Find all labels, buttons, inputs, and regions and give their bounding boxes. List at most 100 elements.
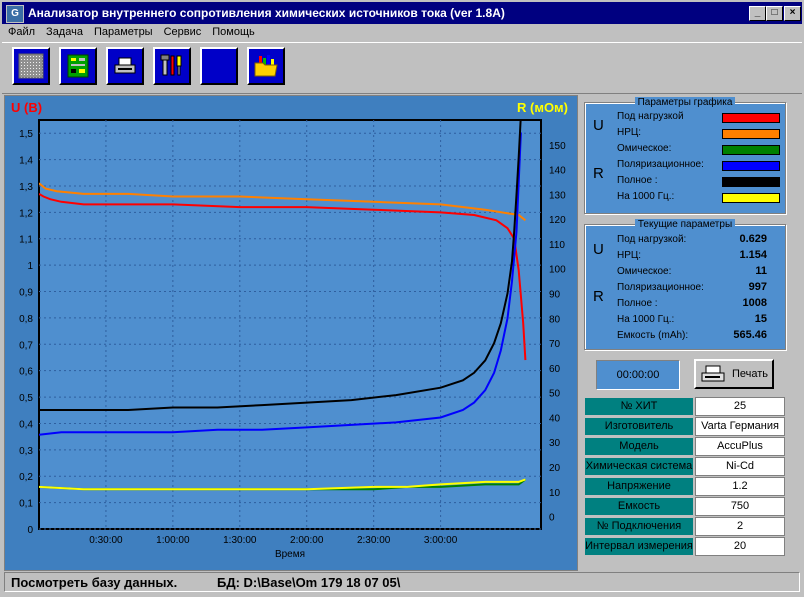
current-param-label: Полное : — [617, 298, 658, 309]
x-tick-label: 2:00:00 — [290, 535, 324, 546]
plot-area — [38, 119, 542, 530]
current-params-title: Текущие параметры — [634, 219, 736, 230]
info-value[interactable]: Varta Германия — [695, 417, 785, 436]
x-axis-label: Время — [275, 549, 305, 560]
chart: 0:30:00 1:00:00 1:30:00 2:00:00 2:30:00 3:00:… — [19, 119, 566, 560]
info-value[interactable]: 25 — [695, 397, 785, 416]
info-key: Напряжение — [584, 477, 694, 496]
info-key: № Подключения — [584, 517, 694, 536]
app-icon[interactable]: G — [6, 5, 24, 23]
circuit-board-icon — [67, 54, 89, 78]
info-value[interactable]: 2 — [695, 517, 785, 536]
printer-button[interactable] — [106, 47, 144, 85]
left-tick-label: 0,4 — [19, 419, 33, 430]
right-panel: Параметры графика U R Под нагрузкой НРЦ: О… — [578, 95, 800, 569]
info-row: Модель AccuPlus — [582, 436, 788, 456]
right-tick-label: 90 — [549, 290, 561, 301]
left-tick-label: 0,8 — [19, 314, 33, 325]
left-tick-label: 0,2 — [19, 472, 33, 483]
current-param-value: 1.154 — [739, 249, 767, 261]
left-tick-label: 0,5 — [19, 393, 33, 404]
menu-parameters[interactable]: Параметры — [88, 24, 158, 38]
current-param-value: 11 — [755, 265, 767, 277]
open-folder-chart-icon — [254, 55, 278, 77]
right-tick-label: 30 — [549, 438, 561, 449]
info-value[interactable]: Ni-Cd — [695, 457, 785, 476]
left-tick-label: 1,5 — [19, 129, 33, 140]
title-bar[interactable]: G Анализатор внутреннего сопротивления х… — [2, 2, 802, 24]
right-tick-label: 80 — [549, 314, 561, 325]
info-key: № ХИТ — [584, 397, 694, 416]
graph-param-label: НРЦ: — [617, 127, 642, 138]
current-param-value: 1008 — [742, 297, 767, 309]
left-tick-label: 0,1 — [19, 499, 33, 510]
menu-task[interactable]: Задача — [40, 24, 88, 38]
menu-file[interactable]: Файл — [2, 24, 40, 38]
minimize-button[interactable]: _ — [749, 6, 766, 21]
open-folder-button[interactable] — [247, 47, 285, 85]
right-tick-label: 50 — [549, 389, 561, 400]
right-tick-label: 110 — [549, 240, 565, 251]
menu-bar: Файл Задача Параметры Сервис Помощь — [2, 24, 802, 42]
menu-service[interactable]: Сервис — [158, 24, 207, 38]
circuit-board-button[interactable] — [59, 47, 97, 85]
main-window: G Анализатор внутреннего сопротивления х… — [0, 0, 804, 597]
current-param-label: НРЦ: — [617, 250, 642, 261]
x-tick-label: 0:30:00 — [89, 535, 123, 546]
color-swatch[interactable] — [722, 193, 780, 203]
right-tick-label: 150 — [549, 141, 566, 152]
toolbar — [2, 42, 802, 94]
u-letter: U — [593, 117, 604, 134]
print-button[interactable]: Печать — [694, 359, 774, 389]
right-tick-label: 0 — [549, 513, 555, 524]
r-letter-current: R — [593, 288, 604, 305]
menu-help[interactable]: Помощь — [206, 24, 260, 38]
info-value[interactable]: 1.2 — [695, 477, 785, 496]
color-swatch[interactable] — [722, 145, 780, 155]
printer-icon — [114, 57, 136, 74]
current-param-value: 0.629 — [739, 233, 767, 245]
battery-info-table: № ХИТ 25 Изготовитель Varta Германия Модель A… — [582, 396, 788, 556]
r-letter: R — [593, 165, 604, 182]
left-tick-label: 0,9 — [19, 288, 33, 299]
print-button-label: Печать — [732, 368, 769, 380]
current-param-label: Под нагрузкой: — [617, 234, 687, 245]
tools-icon — [160, 54, 182, 76]
x-tick-label: 2:30:00 — [357, 535, 391, 546]
graph-param-label: Полное : — [617, 175, 658, 186]
left-tick-label: 0,6 — [19, 367, 33, 378]
color-swatch[interactable] — [722, 129, 780, 139]
info-row: Напряжение 1.2 — [582, 476, 788, 496]
info-value[interactable]: 750 — [695, 497, 785, 516]
pattern-button[interactable] — [12, 47, 50, 85]
color-swatch[interactable] — [722, 161, 780, 171]
x-tick-label: 1:30:00 — [223, 535, 257, 546]
info-value[interactable]: AccuPlus — [695, 437, 785, 456]
current-param-label: Поляризационное: — [617, 282, 704, 293]
current-params-group: Текущие параметры U R Под нагрузкой: 0.62… — [584, 219, 786, 350]
current-param-value: 997 — [748, 281, 767, 293]
info-row: Емкость 750 — [582, 496, 788, 516]
printer-icon — [701, 365, 725, 382]
database-path: БД: D:\Base\Om 179 18 07 05\ — [217, 575, 401, 590]
right-tick-label: 100 — [549, 265, 566, 276]
current-param-label: Емкость (mAh): — [617, 330, 689, 341]
left-tick-label: 1,3 — [19, 182, 33, 193]
color-swatch[interactable] — [722, 177, 780, 187]
maximize-button[interactable]: □ — [766, 6, 783, 21]
info-key: Интервал измерения — [584, 537, 694, 556]
right-tick-label: 70 — [549, 339, 561, 350]
close-button[interactable]: × — [784, 6, 801, 21]
tools-button[interactable] — [153, 47, 191, 85]
status-text: Посмотреть базу данных. — [11, 575, 178, 590]
info-value[interactable]: 20 — [695, 537, 785, 556]
blank-button[interactable] — [200, 47, 238, 85]
info-row: № ХИТ 25 — [582, 396, 788, 416]
color-swatch[interactable] — [722, 113, 780, 123]
info-row: Химическая система Ni-Cd — [582, 456, 788, 476]
u-letter-current: U — [593, 241, 604, 258]
left-tick-label: 1,4 — [19, 156, 33, 167]
current-param-value: 15 — [754, 313, 767, 325]
current-param-label: На 1000 Гц.: — [617, 314, 675, 325]
left-tick-label: 0,3 — [19, 446, 33, 457]
